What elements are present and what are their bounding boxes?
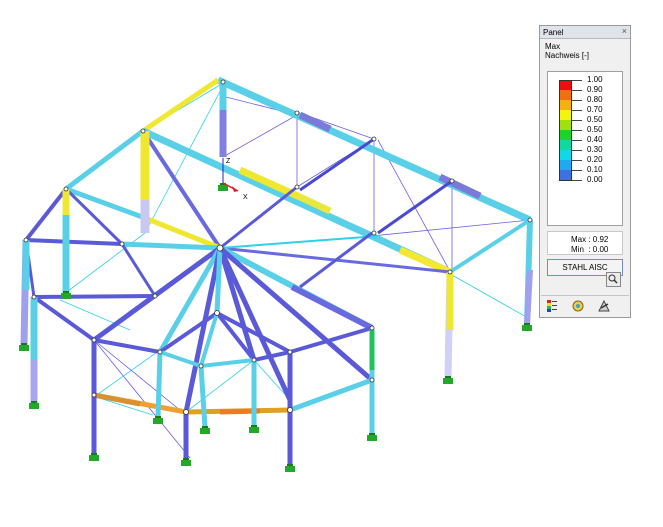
legend-value: 0.50 [587, 125, 603, 134]
balance-icon[interactable] [571, 299, 585, 313]
legend-value: 0.90 [587, 85, 603, 94]
legend-swatch [559, 140, 572, 150]
legend-value: 0.50 [587, 115, 603, 124]
legend-value: 1.00 [587, 75, 603, 84]
legend-value: 0.70 [587, 105, 603, 114]
legend-swatch [559, 150, 572, 160]
legend-swatch [559, 90, 572, 100]
panel-toolbar [541, 295, 629, 316]
min-row: Min : 0.00 [571, 245, 609, 254]
legend-swatch [559, 100, 572, 110]
max-min-box: Max : 0.92 Min : 0.00 [547, 231, 623, 255]
x-axis-label: X [243, 194, 248, 201]
panel-header-max: Max [545, 42, 561, 51]
legend-value: 0.40 [587, 135, 603, 144]
nodes [23, 79, 533, 415]
settings-icon[interactable] [597, 299, 611, 313]
legend-swatch [559, 160, 572, 170]
legend-swatch [559, 130, 572, 140]
legend-value: 0.20 [587, 155, 603, 164]
structure-members [20, 76, 533, 466]
legend-swatch [559, 80, 572, 90]
results-panel: Panel × Max Nachweis [-] 1.00 0.90 0.80 … [539, 25, 631, 318]
color-legend: 1.00 0.90 0.80 0.70 0.50 0.50 0.40 0.30 … [547, 71, 623, 226]
panel-title: Panel [543, 28, 564, 37]
panel-header-result: Nachweis [-] [545, 51, 590, 60]
max-value: 0.92 [592, 235, 609, 244]
panel-titlebar[interactable]: Panel × [540, 26, 630, 39]
z-axis-label: Z [226, 158, 231, 165]
color-scale-icon[interactable] [545, 299, 559, 313]
legend-value: 0.10 [587, 165, 603, 174]
close-icon[interactable]: × [622, 26, 627, 37]
zoom-to-icon[interactable] [606, 272, 621, 287]
legend-value: 0.30 [587, 145, 603, 154]
legend-swatch [559, 120, 572, 130]
min-value: 0.00 [592, 245, 609, 254]
max-row: Max : 0.92 [571, 235, 609, 244]
legend-swatch [559, 170, 572, 181]
legend-value: 0.00 [587, 175, 603, 184]
legend-swatch [559, 110, 572, 120]
legend-value: 0.80 [587, 95, 603, 104]
